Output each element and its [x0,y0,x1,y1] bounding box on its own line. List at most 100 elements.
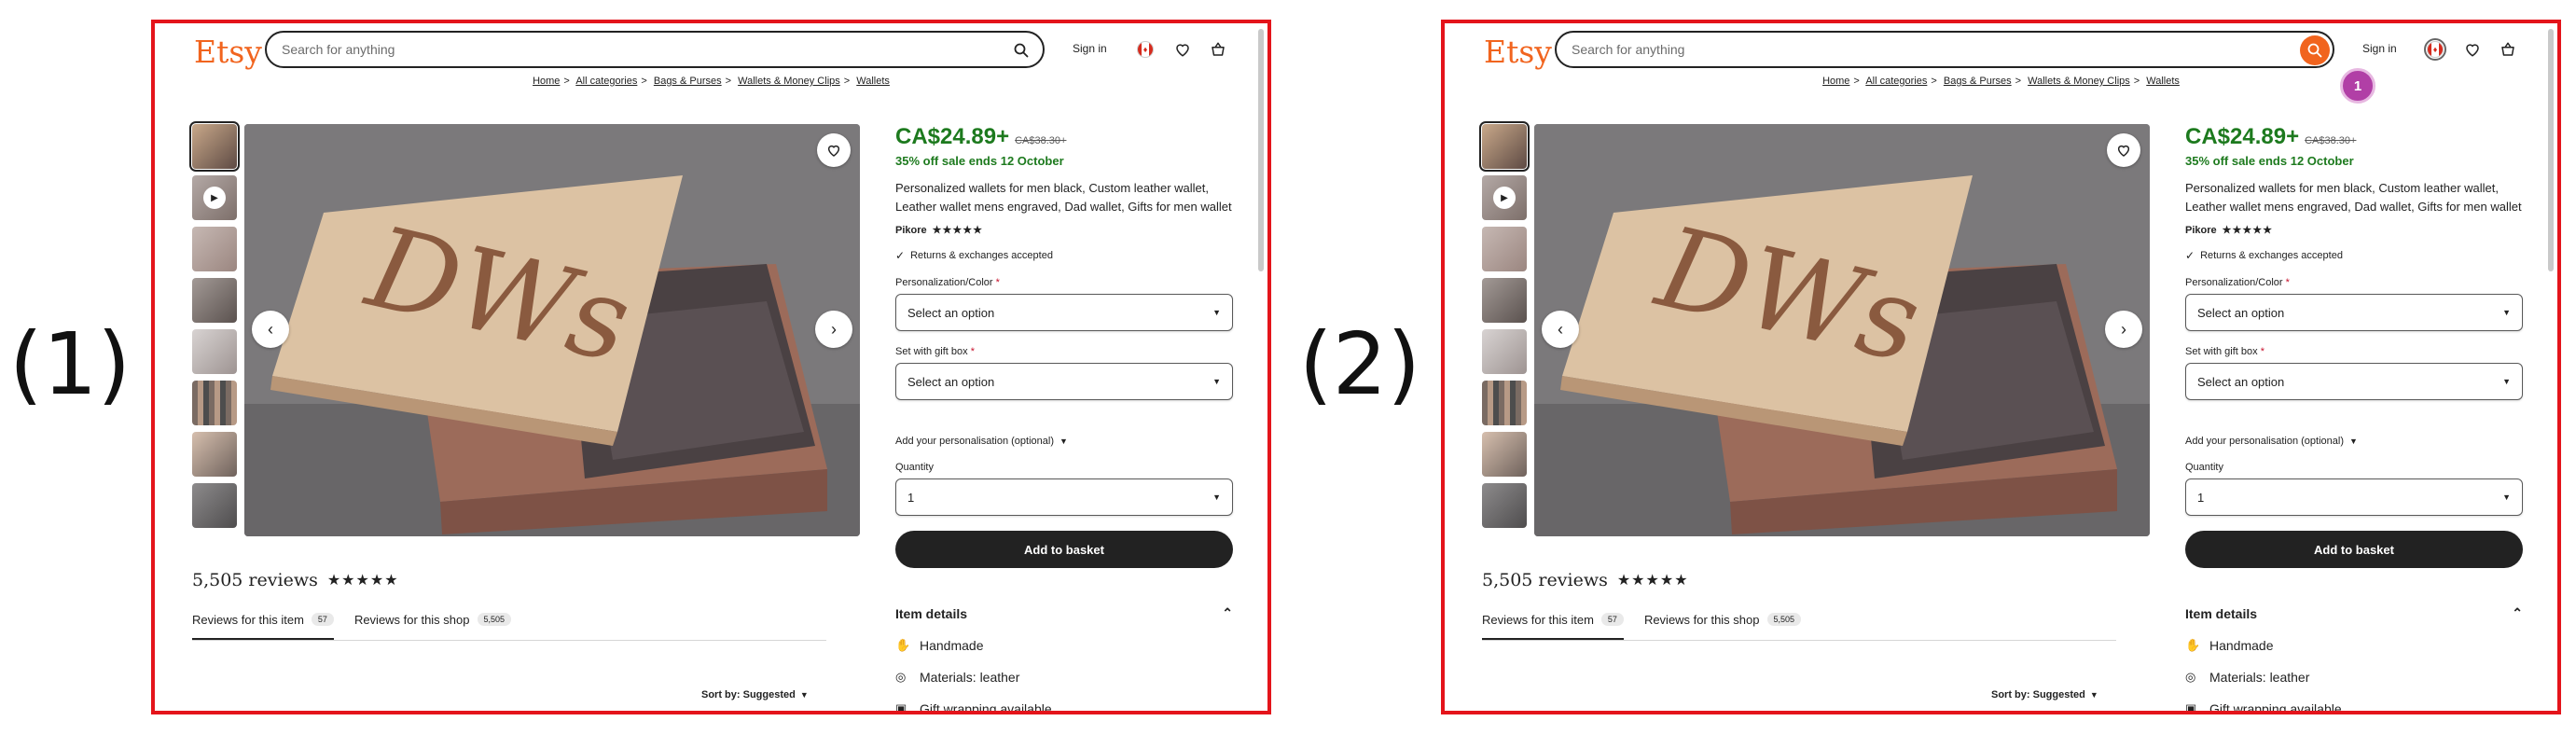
tab-reviews-shop[interactable]: Reviews for this shop 5,505 [354,613,512,640]
sort-by-dropdown[interactable]: Sort by: Suggested ▼ [1991,689,2098,700]
breadcrumb-link[interactable]: Wallets [856,76,890,87]
item-details-toggle[interactable]: Item details ⌃ [895,605,1233,621]
etsy-logo[interactable]: Etsy [194,34,262,70]
thumbnail[interactable] [1482,432,1527,477]
thumbnail[interactable] [1482,278,1527,323]
search-bar[interactable]: Search for anything [265,31,1045,68]
gift-icon: ▣ [2185,701,2197,714]
thumbnail[interactable] [192,432,237,477]
play-icon: ▶ [1493,187,1516,209]
add-to-basket-button[interactable]: Add to basket [2185,531,2523,568]
previous-image-arrow-icon[interactable]: ‹ [252,311,289,348]
product-title: Personalized wallets for men black, Cust… [2185,181,2522,214]
shop-rating-stars[interactable]: ★★★★★ [2223,224,2273,236]
thumbnail[interactable] [192,483,237,528]
thumbnail[interactable] [1482,329,1527,374]
canada-flag-icon[interactable]: ♦ [2424,38,2446,61]
dropdown-caret-icon: ▼ [2502,308,2511,317]
breadcrumb-link[interactable]: Home [1822,76,1849,87]
sale-notice: 35% off sale ends 12 October [895,154,1064,168]
quantity-select[interactable]: 1 ▼ [895,478,1233,516]
etsy-logo[interactable]: Etsy [1484,34,1552,70]
basket-icon[interactable] [1209,40,1227,59]
personalization-color-label: Personalization/Color [895,277,993,288]
product-info: CA$24.89+ CA$38.30+ 35% off sale ends 12… [895,124,1233,714]
gift-box-select[interactable]: Select an option ▼ [895,363,1233,400]
video-thumbnail[interactable]: ▶ [1482,175,1527,220]
search-button[interactable] [1009,38,1033,62]
reviews-section: 5,505 reviews ★★★★★ Reviews for this ite… [192,570,826,700]
breadcrumb-link[interactable]: Home [533,76,560,87]
count-badge: 5,505 [477,613,512,626]
sign-in-link[interactable]: Sign in [1073,42,1107,55]
next-image-arrow-icon[interactable]: › [815,311,852,348]
handmade-icon: ✋ [895,638,911,652]
favorite-heart-icon[interactable] [2107,133,2140,167]
returns-policy-text[interactable]: Returns & exchanges accepted [910,250,1053,261]
basket-icon[interactable] [2499,40,2517,59]
panel-label: (1) [8,314,132,414]
personalization-color-select[interactable]: Select an option ▼ [895,294,1233,331]
tab-reviews-shop[interactable]: Reviews for this shop 5,505 [1644,613,1802,640]
thumbnail[interactable] [192,278,237,323]
page-scrollbar[interactable] [2548,29,2554,271]
product-main-image[interactable]: DWs ‹ › [244,124,860,536]
next-image-arrow-icon[interactable]: › [2105,311,2142,348]
sale-price: CA$24.89+ [2185,124,2300,149]
breadcrumb-link[interactable]: Wallets [2146,76,2180,87]
add-to-basket-button[interactable]: Add to basket [895,531,1233,568]
add-personalisation-toggle[interactable]: Add your personalisation (optional) ▼ [2185,436,2523,447]
personalization-color-select[interactable]: Select an option ▼ [2185,294,2523,331]
search-icon [2307,43,2322,58]
dropdown-caret-icon: ▼ [1212,492,1221,502]
search-button[interactable] [2300,35,2330,65]
favorite-heart-icon[interactable] [817,133,851,167]
add-personalisation-toggle[interactable]: Add your personalisation (optional) ▼ [895,436,1233,447]
returns-policy-text[interactable]: Returns & exchanges accepted [2200,250,2343,261]
page-scrollbar[interactable] [1258,29,1264,271]
item-details-toggle[interactable]: Item details ⌃ [2185,605,2523,621]
quantity-label: Quantity [2185,462,2223,473]
play-icon: ▶ [203,187,226,209]
thumbnail[interactable] [192,329,237,374]
sign-in-link[interactable]: Sign in [2362,42,2397,55]
breadcrumb-link[interactable]: Wallets & Money Clips [738,76,840,87]
shop-name-link[interactable]: Pikore [2185,225,2217,236]
shop-rating-stars[interactable]: ★★★★★ [933,224,983,236]
gift-box-select[interactable]: Select an option ▼ [2185,363,2523,400]
thumbnail[interactable] [189,121,240,172]
breadcrumb-link[interactable]: All categories [1865,76,1927,87]
chevron-up-icon: ⌃ [2512,605,2523,620]
thumbnail[interactable] [192,227,237,271]
shop-name-link[interactable]: Pikore [895,225,927,236]
search-input[interactable]: Search for anything [282,42,395,57]
thumbnail[interactable] [1482,227,1527,271]
thumbnail[interactable] [1482,381,1527,425]
dropdown-caret-icon: ▼ [1212,377,1221,386]
sale-price: CA$24.89+ [895,124,1010,149]
quantity-select[interactable]: 1 ▼ [2185,478,2523,516]
breadcrumb-link[interactable]: Wallets & Money Clips [2028,76,2130,87]
breadcrumb-link[interactable]: All categories [575,76,637,87]
reviews-section: 5,505 reviews ★★★★★ Reviews for this ite… [1482,570,2116,700]
dropdown-caret-icon: ▼ [799,690,809,700]
thumbnail[interactable] [1479,121,1530,172]
tab-reviews-item[interactable]: Reviews for this item 57 [192,613,334,640]
favorites-heart-icon[interactable] [1173,40,1192,59]
sort-by-dropdown[interactable]: Sort by: Suggested ▼ [701,689,809,700]
canada-flag-icon[interactable]: ♦ [1137,41,1154,58]
breadcrumb-link[interactable]: Bags & Purses [1944,76,2012,87]
search-input[interactable]: Search for anything [1572,42,1684,57]
thumbnail[interactable] [192,381,237,425]
dropdown-caret-icon: ▼ [2502,377,2511,386]
count-badge: 5,505 [1766,613,1802,626]
detail-materials: Materials: leather [920,670,1020,685]
search-bar[interactable]: Search for anything [1555,31,2334,68]
favorites-heart-icon[interactable] [2463,40,2482,59]
video-thumbnail[interactable]: ▶ [192,175,237,220]
product-main-image[interactable]: DWs ‹ › [1534,124,2150,536]
thumbnail[interactable] [1482,483,1527,528]
breadcrumb-link[interactable]: Bags & Purses [654,76,722,87]
tab-reviews-item[interactable]: Reviews for this item 57 [1482,613,1624,640]
previous-image-arrow-icon[interactable]: ‹ [1542,311,1579,348]
